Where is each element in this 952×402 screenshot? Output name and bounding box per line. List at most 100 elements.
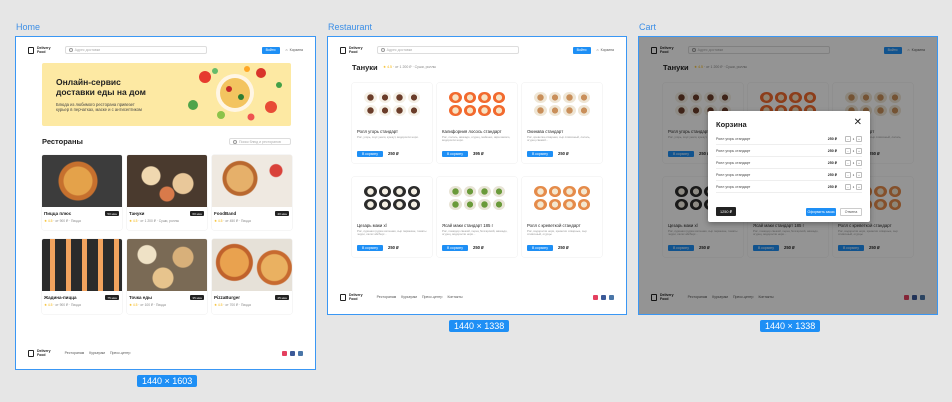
- logo[interactable]: Delivery Food: [340, 46, 363, 54]
- product-card[interactable]: Ролл угорь стандарт Рис, угорь, соус унаг…: [352, 83, 432, 163]
- footer-logo[interactable]: Delivery Food: [28, 349, 51, 357]
- promo-banner: Онлайн-сервис доставки еды на дом Блюда …: [42, 63, 291, 126]
- search-icon: [68, 48, 73, 52]
- footer: Delivery Food Ресторанам Курьерам Пресс-…: [328, 291, 626, 303]
- product-price: 250 ₽: [473, 245, 484, 250]
- add-to-cart-button[interactable]: В корзину: [442, 151, 468, 157]
- product-title: Ясай маки стандарт 185 г: [442, 223, 494, 228]
- cart-item-price: 250 ₽: [827, 184, 837, 189]
- decrease-button[interactable]: −: [845, 183, 851, 190]
- logo-icon: [340, 46, 346, 54]
- restaurant-card[interactable]: FoodBand 40 мин ★ 4.5 · от 450 ₽ · Пицца: [212, 155, 292, 230]
- cart-item-name: Ролл угорь стандарт: [716, 148, 751, 153]
- instagram-icon[interactable]: [282, 350, 287, 356]
- logo-icon: [28, 349, 34, 357]
- cart-item-name: Ролл угорь стандарт: [716, 160, 751, 165]
- quantity-value: 1: [852, 172, 855, 177]
- cart-item-name: Ролл угорь стандарт: [716, 172, 751, 177]
- restaurant-image: [42, 155, 122, 207]
- facebook-icon[interactable]: [290, 350, 295, 356]
- restaurant-card[interactable]: Точка еды 35 мин ★ 4.5 · от 100 ₽ · Пицц…: [127, 239, 207, 314]
- cancel-button[interactable]: Отмена: [840, 208, 862, 216]
- search-input[interactable]: Адрес доставки: [64, 46, 207, 54]
- product-image: [528, 181, 596, 215]
- product-card[interactable]: Цезарь маки хl Рис, куриная грудка копчен…: [352, 177, 432, 257]
- decrease-button[interactable]: −: [845, 159, 851, 166]
- vk-icon[interactable]: [609, 294, 614, 300]
- increase-button[interactable]: +: [856, 183, 862, 190]
- product-card[interactable]: Калифорния лосось стандартРис, лосось, а…: [437, 83, 517, 163]
- cart-item-price: 250 ₽: [827, 160, 837, 165]
- increase-button[interactable]: +: [856, 135, 862, 142]
- product-card[interactable]: Окинава стандартРис, креветка отварная, …: [522, 83, 602, 163]
- quantity-value: 1: [852, 136, 855, 141]
- product-price: 395 ₽: [473, 151, 484, 156]
- add-to-cart-button[interactable]: В корзину: [527, 245, 553, 251]
- product-card[interactable]: Ролл с креветкой стандарт Рис, водоросли …: [522, 177, 602, 257]
- quantity-stepper: −1 +: [845, 135, 862, 142]
- search-icon: [233, 139, 237, 144]
- add-to-cart-button[interactable]: В корзину: [357, 151, 383, 157]
- product-description: Рис, помидор свежий, перец болгарский, а…: [442, 229, 508, 237]
- cart-button[interactable]: ⌂ Корзина: [286, 48, 303, 52]
- decrease-button[interactable]: −: [845, 135, 851, 142]
- restaurant-meta: ★ 4.5 · от 1 200 ₽ · Суши, роллы: [383, 65, 437, 69]
- cart-item-row: Ролл угорь стандарт 250 ₽ −1 +: [716, 145, 862, 157]
- restaurant-card[interactable]: Пицца плюс 50 мин ★ 4.5 · от 900 ₽ · Пиц…: [42, 155, 122, 230]
- product-title: Ролл угорь стандарт: [357, 129, 399, 134]
- vk-icon[interactable]: [298, 350, 303, 356]
- close-icon[interactable]: ✕: [854, 118, 862, 128]
- login-button[interactable]: Войти: [572, 46, 591, 54]
- cart-item-row: Ролл угорь стандарт 250 ₽ −1 +: [716, 169, 862, 181]
- cart-icon: ⌂: [285, 48, 288, 52]
- frame-label-home: Home: [16, 22, 41, 32]
- add-to-cart-button[interactable]: В корзину: [357, 245, 383, 251]
- product-title: Калифорния лосось стандарт: [442, 129, 502, 134]
- quantity-value: 1: [852, 160, 855, 165]
- login-button[interactable]: Войти: [261, 46, 280, 54]
- product-price: 250 ₽: [558, 245, 569, 250]
- cart-icon: ⌂: [596, 48, 599, 52]
- cart-item-row: Ролл угорь стандарт 250 ₽ −1 +: [716, 181, 862, 193]
- quantity-value: 1: [852, 184, 855, 189]
- social-links: [593, 294, 614, 300]
- logo[interactable]: Delivery Food: [28, 46, 51, 54]
- product-title: Ролл с креветкой стандарт: [527, 223, 581, 228]
- restaurants-title: Рестораны: [42, 137, 83, 146]
- instagram-icon[interactable]: [593, 294, 598, 300]
- footer-links: Ресторанам Курьерам Пресс-центр: [64, 351, 131, 355]
- increase-button[interactable]: +: [856, 159, 862, 166]
- facebook-icon[interactable]: [601, 294, 606, 300]
- footer-logo[interactable]: Delivery Food: [340, 293, 363, 301]
- restaurant-card[interactable]: Тануки 60 мин ★ 4.5 · от 1 200 ₽ · Суши,…: [127, 155, 207, 230]
- cart-button[interactable]: ⌂ Корзина: [597, 48, 614, 52]
- cart-item-row: Ролл угорь стандарт 250 ₽ −1 +: [716, 157, 862, 169]
- restaurant-image: [212, 239, 292, 291]
- add-to-cart-button[interactable]: В корзину: [442, 245, 468, 251]
- frame-label-restaurant: Restaurant: [328, 22, 373, 32]
- logo-icon: [340, 293, 346, 301]
- restaurant-card[interactable]: PizzaBurger 45 мин ★ 4.5 · от 700 ₽ · Пи…: [212, 239, 292, 314]
- checkout-button[interactable]: Оформить заказ: [806, 208, 836, 216]
- add-to-cart-button[interactable]: В корзину: [527, 151, 553, 157]
- restaurants-search-input[interactable]: Поиск блюд и ресторанов: [229, 138, 291, 145]
- quantity-stepper: −1 +: [845, 183, 862, 190]
- cart-title: Корзина: [716, 120, 747, 129]
- footer: Delivery Food Ресторанам Курьерам Пресс-…: [16, 347, 315, 359]
- product-image: [358, 181, 426, 215]
- decrease-button[interactable]: −: [845, 147, 851, 154]
- product-price: 250 ₽: [388, 151, 399, 156]
- increase-button[interactable]: +: [856, 171, 862, 178]
- cart-item-price: 250 ₽: [827, 148, 837, 153]
- search-input[interactable]: Адрес доставки: [376, 46, 519, 54]
- frame-size-cart: 1440 × 1338: [760, 320, 821, 332]
- logo-icon: [28, 46, 34, 54]
- product-card[interactable]: Ясай маки стандарт 185 г Рис, помидор све…: [437, 177, 517, 257]
- restaurant-image: [42, 239, 122, 291]
- restaurant-card[interactable]: Жадина-пицца 75 мин ★ 4.5 · от 900 ₽ · П…: [42, 239, 122, 314]
- product-image: [528, 87, 596, 121]
- increase-button[interactable]: +: [856, 147, 862, 154]
- cart-modal: Корзина ✕ Ролл угорь стандарт 250 ₽ −1 + Рол…: [708, 111, 870, 222]
- banner-title: Онлайн-сервис доставки еды на дом: [56, 77, 146, 97]
- decrease-button[interactable]: −: [845, 171, 851, 178]
